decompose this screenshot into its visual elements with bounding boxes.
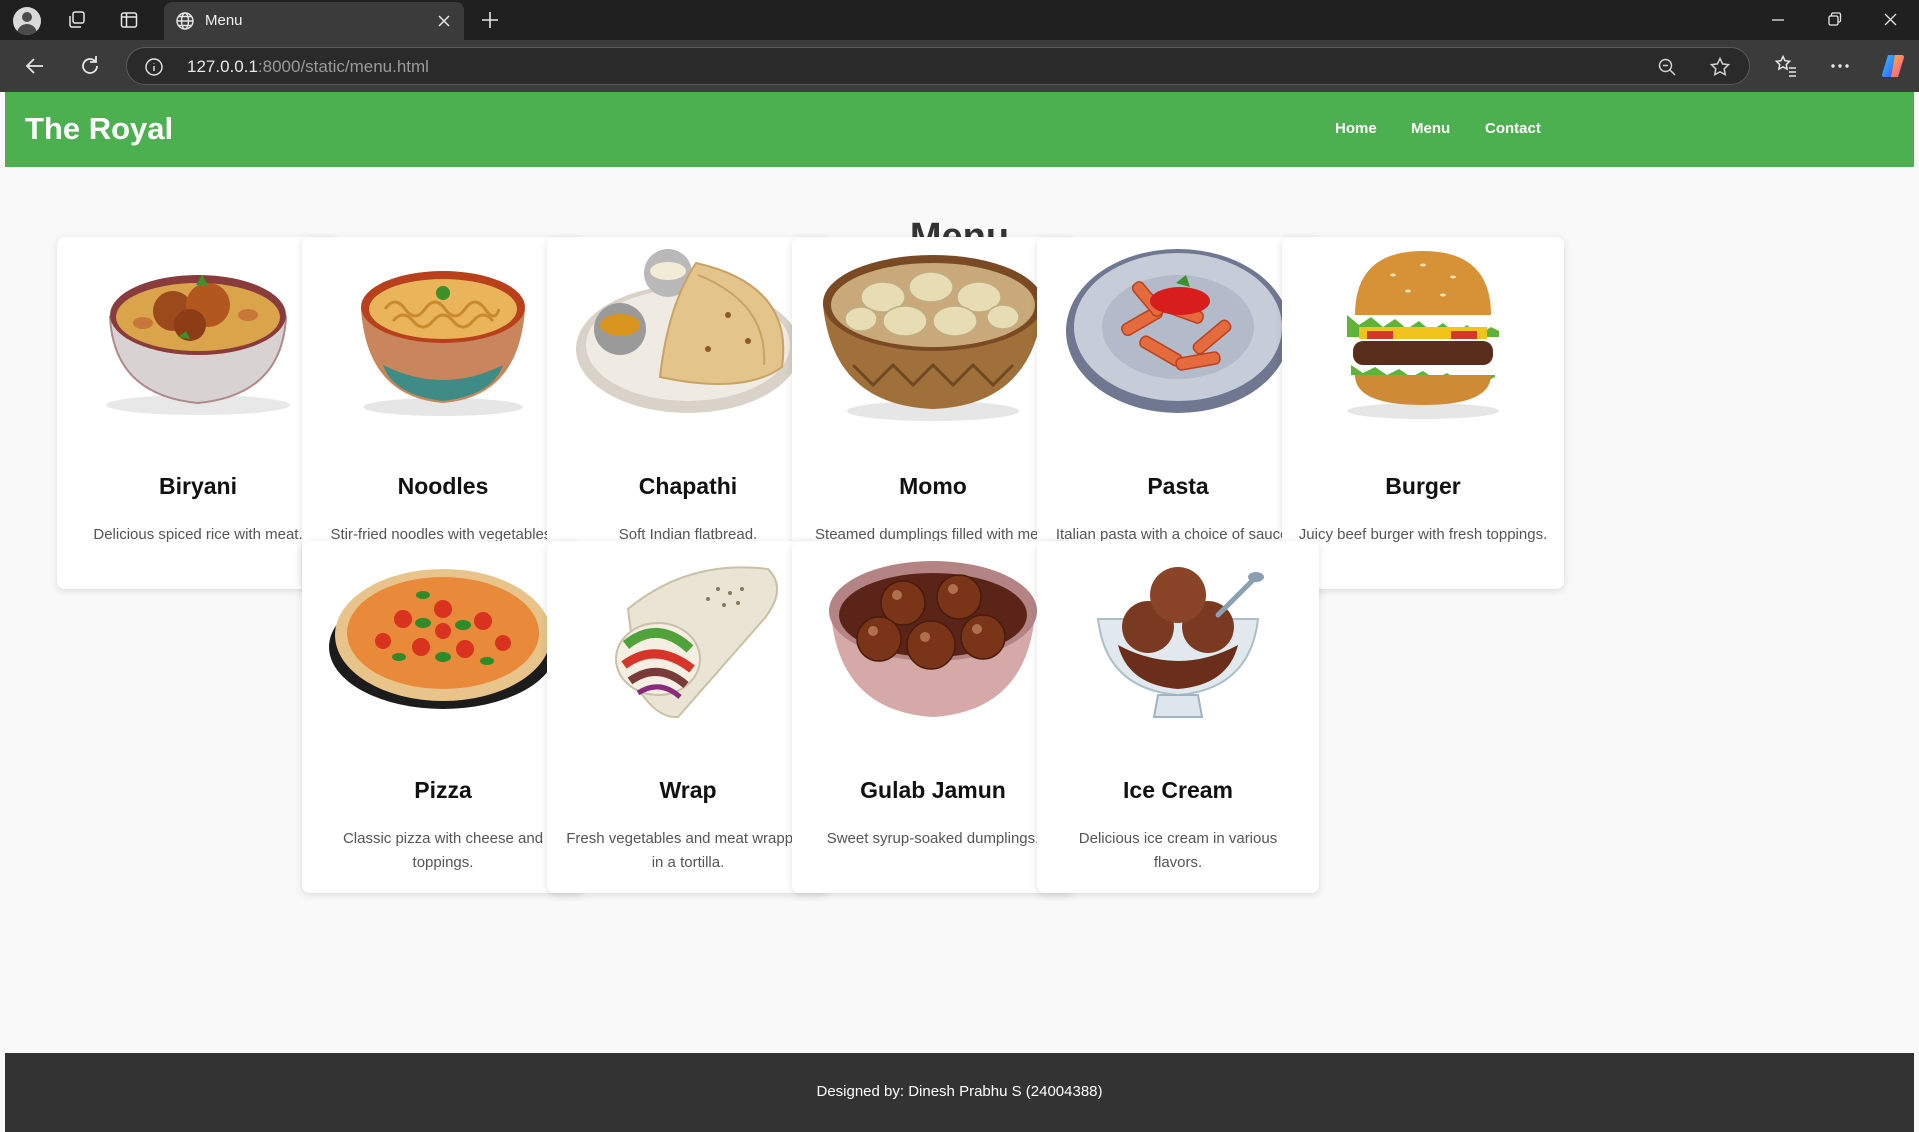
more-options-icon[interactable]	[1827, 53, 1853, 79]
item-name: Pasta	[1147, 473, 1209, 499]
url-text[interactable]: 127.0.0.1:8000/static/menu.html	[187, 57, 429, 77]
menu-card-pasta[interactable]: Pasta Italian pasta with a choice of sau…	[1037, 237, 1319, 589]
ice-cream-image	[1053, 549, 1303, 727]
menu-card-burger[interactable]: Burger Juicy beef burger with fresh topp…	[1282, 237, 1564, 589]
burger-image	[1298, 245, 1548, 423]
favorite-star-icon[interactable]	[1709, 56, 1731, 78]
gulab-jamun-image	[808, 549, 1058, 727]
url-path: :8000/static/menu.html	[257, 57, 429, 76]
new-tab-icon[interactable]	[478, 8, 502, 32]
momo-image	[808, 245, 1058, 423]
close-tab-icon[interactable]	[434, 11, 454, 31]
tab-actions-icon[interactable]	[116, 8, 142, 32]
item-description: Fresh vegetables and meat wrapped in a t…	[566, 830, 810, 871]
site-brand[interactable]: The Royal	[25, 111, 173, 147]
pizza-image	[318, 549, 568, 727]
site-info-icon[interactable]	[144, 57, 164, 77]
site-header: The Royal Home Menu Contact	[5, 92, 1914, 167]
menu-card-biryani[interactable]: Biryani Delicious spiced rice with meat.	[57, 237, 339, 589]
url-host: 127.0.0.1	[187, 57, 258, 76]
back-icon[interactable]	[22, 53, 48, 79]
item-description: Juicy beef burger with fresh toppings.	[1298, 526, 1548, 543]
item-name: Chapathi	[638, 473, 738, 499]
nav-home-link[interactable]: Home	[1335, 120, 1377, 137]
item-name: Biryani	[159, 473, 237, 499]
menu-card-wrap[interactable]: Wrap Fresh vegetables and meat wrapped i…	[547, 541, 829, 893]
biryani-image	[73, 245, 323, 423]
item-description: Delicious ice cream in various flavors.	[1078, 830, 1278, 871]
noodles-image	[318, 245, 568, 423]
reload-icon[interactable]	[77, 53, 103, 79]
favorites-icon[interactable]	[1773, 53, 1799, 79]
copilot-icon[interactable]	[1879, 52, 1907, 80]
menu-card-momo[interactable]: Momo Steamed dumplings filled with meat …	[792, 237, 1074, 589]
page-viewport: The Royal Home Menu Contact Menu Biryani…	[5, 92, 1914, 1132]
site-footer: Designed by: Dinesh Prabhu S (24004388)	[5, 1053, 1914, 1132]
menu-card-pizza[interactable]: Pizza Classic pizza with cheese and topp…	[302, 541, 584, 893]
menu-card-ice-cream[interactable]: Ice Cream Delicious ice cream in various…	[1037, 541, 1319, 893]
item-description: Sweet syrup-soaked dumplings.	[826, 830, 1040, 847]
tab-menu[interactable]: Menu	[164, 2, 464, 40]
item-name: Wrap	[659, 777, 717, 803]
menu-card-noodles[interactable]: Noodles Stir-fried noodles with vegetabl…	[302, 237, 584, 589]
item-description: Delicious spiced rice with meat.	[93, 526, 303, 543]
item-description: Classic pizza with cheese and toppings.	[342, 830, 544, 871]
browser-tab-bar: Menu	[0, 0, 1919, 40]
item-name: Noodles	[397, 473, 489, 499]
menu-card-gulab-jamun[interactable]: Gulab Jamun Sweet syrup-soaked dumplings…	[792, 541, 1074, 893]
item-name: Ice Cream	[1123, 777, 1233, 803]
item-name: Pizza	[414, 777, 472, 803]
nav-menu-link[interactable]: Menu	[1411, 120, 1450, 137]
item-name: Momo	[899, 473, 967, 499]
menu-card-chapathi[interactable]: Chapathi Soft Indian flatbread.	[547, 237, 829, 589]
profile-avatar-icon[interactable]	[13, 7, 41, 35]
item-name: Burger	[1385, 473, 1461, 499]
address-bar[interactable]: 127.0.0.1:8000/static/menu.html	[126, 47, 1750, 85]
wrap-image	[563, 549, 813, 727]
zoom-icon[interactable]	[1657, 57, 1677, 77]
globe-icon	[176, 12, 194, 30]
browser-toolbar: 127.0.0.1:8000/static/menu.html	[0, 40, 1919, 92]
minimize-icon[interactable]	[1765, 8, 1791, 32]
item-name: Gulab Jamun	[860, 777, 1006, 803]
pasta-image	[1053, 245, 1303, 423]
close-window-icon[interactable]	[1877, 8, 1903, 32]
restore-icon[interactable]	[1821, 8, 1847, 32]
workspaces-icon[interactable]	[64, 8, 90, 32]
nav-contact-link[interactable]: Contact	[1485, 120, 1541, 137]
tab-title: Menu	[205, 12, 243, 29]
chapathi-image	[563, 245, 813, 423]
footer-credit: Designed by: Dinesh Prabhu S (24004388)	[816, 1083, 1103, 1100]
